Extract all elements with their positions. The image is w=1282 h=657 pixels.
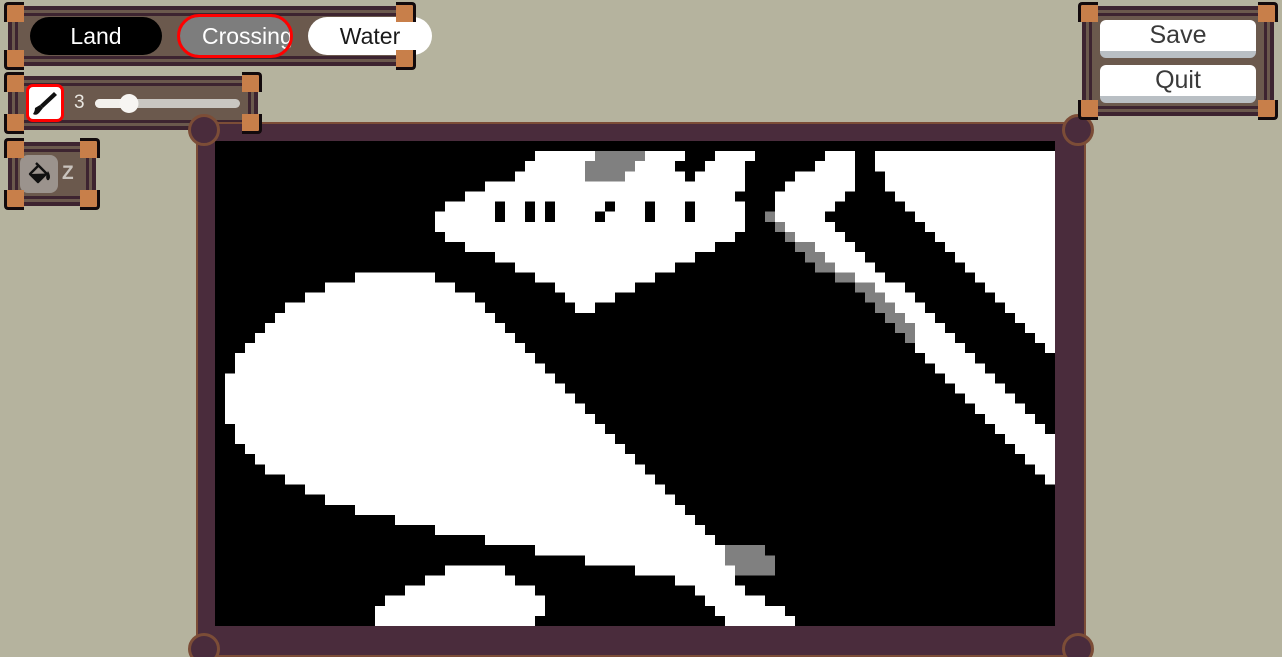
panel-corner-ornament xyxy=(1258,2,1278,22)
slider-thumb[interactable] xyxy=(119,93,139,113)
fill-tool-button[interactable] xyxy=(20,155,58,193)
panel-corner-ornament xyxy=(4,190,24,210)
save-button[interactable]: Save xyxy=(1100,19,1256,58)
brush-size-value: 3 xyxy=(74,92,85,113)
panel-corner-ornament xyxy=(396,50,416,70)
terrain-selector-panel: Land Crossing Water xyxy=(4,2,432,70)
panel-corner-ornament xyxy=(242,72,262,92)
app-root: Land Crossing Water 3 Z Save Quit xyxy=(0,0,1282,657)
map-frame-knob xyxy=(188,633,220,657)
paintbrush-icon xyxy=(33,92,57,115)
panel-corner-ornament xyxy=(4,50,24,70)
map-frame-knob xyxy=(188,114,220,146)
panel-corner-ornament xyxy=(4,72,24,92)
panel-corner-ornament xyxy=(80,138,100,158)
panel-corner-ornament xyxy=(4,114,24,134)
brush-panel: 3 xyxy=(4,72,262,134)
panel-corner-ornament xyxy=(1078,100,1098,120)
brush-size-slider[interactable] xyxy=(94,93,240,113)
panel-corner-ornament xyxy=(396,2,416,22)
terrain-button-crossing[interactable]: Crossing xyxy=(177,14,293,58)
paint-bucket-icon xyxy=(28,162,50,184)
brush-tool-button[interactable] xyxy=(26,84,64,122)
fill-tool-shortcut-badge: Z xyxy=(62,163,74,184)
actions-panel: Save Quit xyxy=(1078,2,1278,120)
quit-button[interactable]: Quit xyxy=(1100,64,1256,103)
terrain-button-land[interactable]: Land xyxy=(30,17,162,55)
panel-corner-ornament xyxy=(1078,2,1098,22)
panel-corner-ornament xyxy=(4,138,24,158)
panel-corner-ornament xyxy=(80,190,100,210)
panel-corner-ornament xyxy=(242,114,262,134)
tool-palette-panel: Z xyxy=(4,138,100,210)
map-frame xyxy=(188,114,1094,657)
map-frame-knob xyxy=(1062,633,1094,657)
panel-corner-ornament xyxy=(4,2,24,22)
panel-corner-ornament xyxy=(1258,100,1278,120)
terrain-map-canvas[interactable] xyxy=(215,141,1055,626)
